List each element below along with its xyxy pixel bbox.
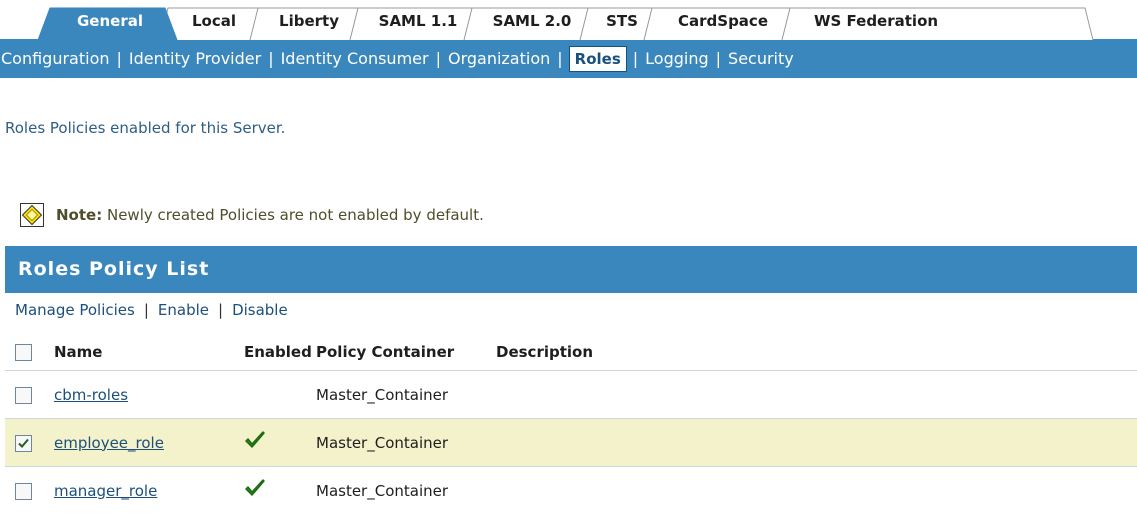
table-row[interactable]: manager_role Master_Container (5, 467, 1137, 514)
policy-name-link[interactable]: manager_role (54, 482, 157, 500)
table-row[interactable]: cbm-roles Master_Container (5, 371, 1137, 419)
roles-policy-list-title: Roles Policy List (5, 246, 1137, 293)
note-label: Note: (56, 206, 102, 224)
subnav-configuration[interactable]: Configuration (0, 40, 117, 78)
roles-policy-table: Name Enabled Policy Container Descriptio… (5, 334, 1137, 514)
policy-container-cell: Master_Container (316, 371, 496, 419)
subnav-organization[interactable]: Organization (441, 40, 557, 78)
tab-liberty[interactable]: Liberty (264, 8, 354, 34)
header-policy-container[interactable]: Policy Container (316, 334, 496, 371)
description-cell (496, 419, 1137, 467)
tab-local[interactable]: Local (176, 8, 252, 34)
tab-cardspace[interactable]: CardSpace (660, 8, 786, 34)
enabled-check-icon (244, 479, 266, 499)
description-cell (496, 467, 1137, 514)
checkbox-check-icon (17, 437, 30, 450)
tab-sts[interactable]: STS (596, 8, 648, 34)
top-tab-bar: General Local Liberty SAML 1.1 SAML 2.0 … (0, 0, 1137, 40)
select-all-cell (5, 334, 54, 371)
enabled-cell (244, 467, 316, 514)
info-text: Roles Policies enabled for this Server. (5, 119, 285, 137)
row-checkbox[interactable] (15, 483, 32, 500)
policy-name-link[interactable]: employee_role (54, 434, 164, 452)
policy-container-cell: Master_Container (316, 467, 496, 514)
subnav-identity-provider[interactable]: Identity Provider (122, 40, 268, 78)
tab-general[interactable]: General (55, 8, 165, 34)
tab-ws-federation[interactable]: WS Federation (796, 8, 956, 34)
tab-saml-2-0[interactable]: SAML 2.0 (480, 8, 584, 34)
note-box: Note: Newly created Policies are not ena… (20, 200, 484, 230)
policy-container-cell: Master_Container (316, 419, 496, 467)
subnav-roles[interactable]: Roles (569, 46, 627, 72)
policy-actions: Manage Policies | Enable | Disable (15, 301, 288, 319)
row-checkbox[interactable] (15, 387, 32, 404)
subnav-identity-consumer[interactable]: Identity Consumer (274, 40, 436, 78)
disable-link[interactable]: Disable (232, 301, 288, 319)
subnav-logging[interactable]: Logging (638, 40, 715, 78)
header-description[interactable]: Description (496, 334, 1137, 371)
action-separator: | (144, 301, 149, 319)
sub-navigation: Configuration|Identity Provider|Identity… (0, 40, 1137, 78)
diamond-note-icon (20, 203, 44, 227)
description-cell (496, 371, 1137, 419)
tab-saml-1-1[interactable]: SAML 1.1 (366, 8, 470, 34)
header-enabled[interactable]: Enabled (244, 334, 316, 371)
action-separator: | (218, 301, 223, 319)
select-all-checkbox[interactable] (15, 344, 32, 361)
row-checkbox-checked[interactable] (15, 435, 32, 452)
header-name[interactable]: Name (54, 334, 244, 371)
policy-name-link[interactable]: cbm-roles (54, 386, 128, 404)
enabled-cell (244, 371, 316, 419)
enable-link[interactable]: Enable (158, 301, 209, 319)
table-row[interactable]: employee_role Master_Container (5, 419, 1137, 467)
enabled-cell (244, 419, 316, 467)
note-text: Newly created Policies are not enabled b… (102, 206, 484, 224)
subnav-security[interactable]: Security (721, 40, 801, 78)
table-header-row: Name Enabled Policy Container Descriptio… (5, 334, 1137, 371)
subnav-separator: | (557, 40, 562, 78)
manage-policies-link[interactable]: Manage Policies (15, 301, 135, 319)
enabled-check-icon (244, 431, 266, 451)
